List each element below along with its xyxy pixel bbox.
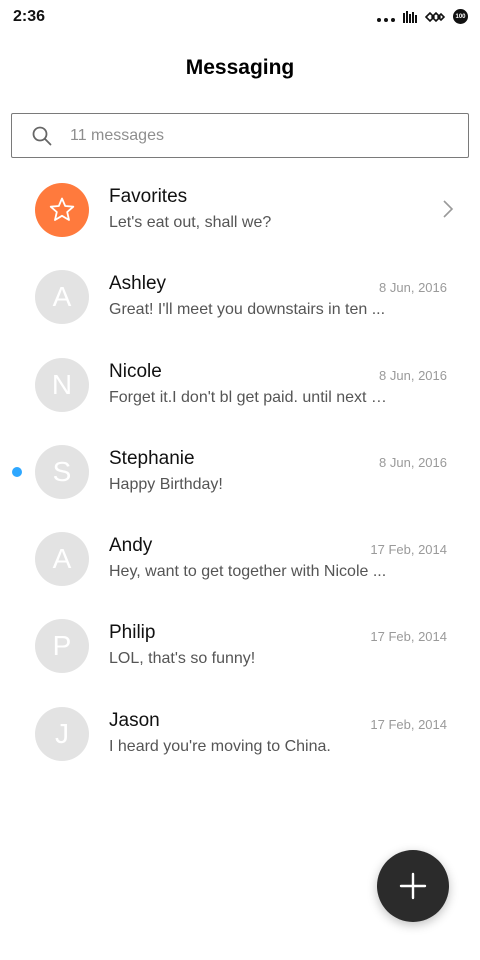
status-time: 2:36 (13, 8, 46, 25)
message-date: 17 Feb, 2014 (370, 542, 447, 558)
status-icons: 100 (377, 9, 468, 24)
conversation-row-ashley[interactable]: A Ashley 8 Jun, 2016 Great! I'll meet yo… (0, 253, 480, 340)
search-bar[interactable] (11, 113, 469, 158)
search-icon (32, 126, 52, 146)
contact-name: Nicole (109, 360, 162, 382)
chevron-right-icon (443, 200, 454, 218)
new-message-button[interactable] (377, 850, 449, 922)
message-preview: Forget it.I don't bl get paid. until nex… (109, 388, 391, 406)
message-preview: Hey, want to get together with Nicole ..… (109, 563, 387, 581)
contact-avatar: J (35, 706, 89, 761)
conversation-row-stephanie[interactable]: S Stephanie 8 Jun, 2016 Happy Birthday! (0, 428, 480, 515)
favorites-avatar (35, 183, 89, 237)
unread-indicator (12, 466, 22, 477)
message-date: 17 Feb, 2014 (370, 716, 447, 732)
battery-icon: 100 (453, 9, 468, 24)
contact-name: Jason (109, 709, 160, 731)
contact-name: Philip (109, 622, 156, 644)
message-preview: I heard you're moving to China. (109, 737, 331, 755)
contact-avatar: P (35, 619, 89, 674)
message-preview: Happy Birthday! (109, 475, 223, 493)
message-date: 8 Jun, 2016 (379, 280, 447, 296)
contact-avatar: A (35, 532, 89, 587)
page-title: Messaging (185, 56, 295, 79)
message-preview: Great! I'll meet you downstairs in ten .… (109, 301, 386, 319)
contact-avatar: N (35, 357, 89, 412)
messaging-screen: 2:36 100 Messaging 11 messages Favorites… (0, 0, 480, 960)
contact-name: Andy (109, 535, 153, 557)
more-dots-icon (377, 17, 395, 22)
message-preview: Let's eat out, shall we? (109, 214, 272, 231)
contact-name: Favorites (109, 186, 188, 207)
wifi-icon (425, 11, 445, 22)
contact-name: Stephanie (109, 447, 195, 469)
contact-avatar: A (35, 270, 89, 325)
message-date: 17 Feb, 2014 (370, 629, 447, 645)
conversation-row-favorites[interactable]: Favorites Let's eat out, shall we? (0, 166, 480, 253)
signal-icon (403, 10, 417, 23)
message-date: 8 Jun, 2016 (379, 454, 447, 470)
plus-icon (399, 872, 427, 900)
contact-avatar: S (35, 444, 89, 499)
message-preview: LOL, that's so funny! (109, 650, 256, 668)
search-input[interactable] (70, 123, 450, 149)
conversation-list: Favorites Let's eat out, shall we? A Ash… (0, 166, 480, 777)
star-icon (49, 197, 75, 221)
conversation-row-philip[interactable]: P Philip 17 Feb, 2014 LOL, that's so fun… (0, 602, 480, 689)
conversation-row-nicole[interactable]: N Nicole 8 Jun, 2016 Forget it.I don't b… (0, 341, 480, 428)
conversation-row-andy[interactable]: A Andy 17 Feb, 2014 Hey, want to get tog… (0, 515, 480, 602)
status-bar: 2:36 100 (0, 0, 480, 34)
message-date: 8 Jun, 2016 (379, 367, 447, 383)
conversation-row-jason[interactable]: J Jason 17 Feb, 2014 I heard you're movi… (0, 690, 480, 777)
contact-name: Ashley (109, 273, 167, 295)
